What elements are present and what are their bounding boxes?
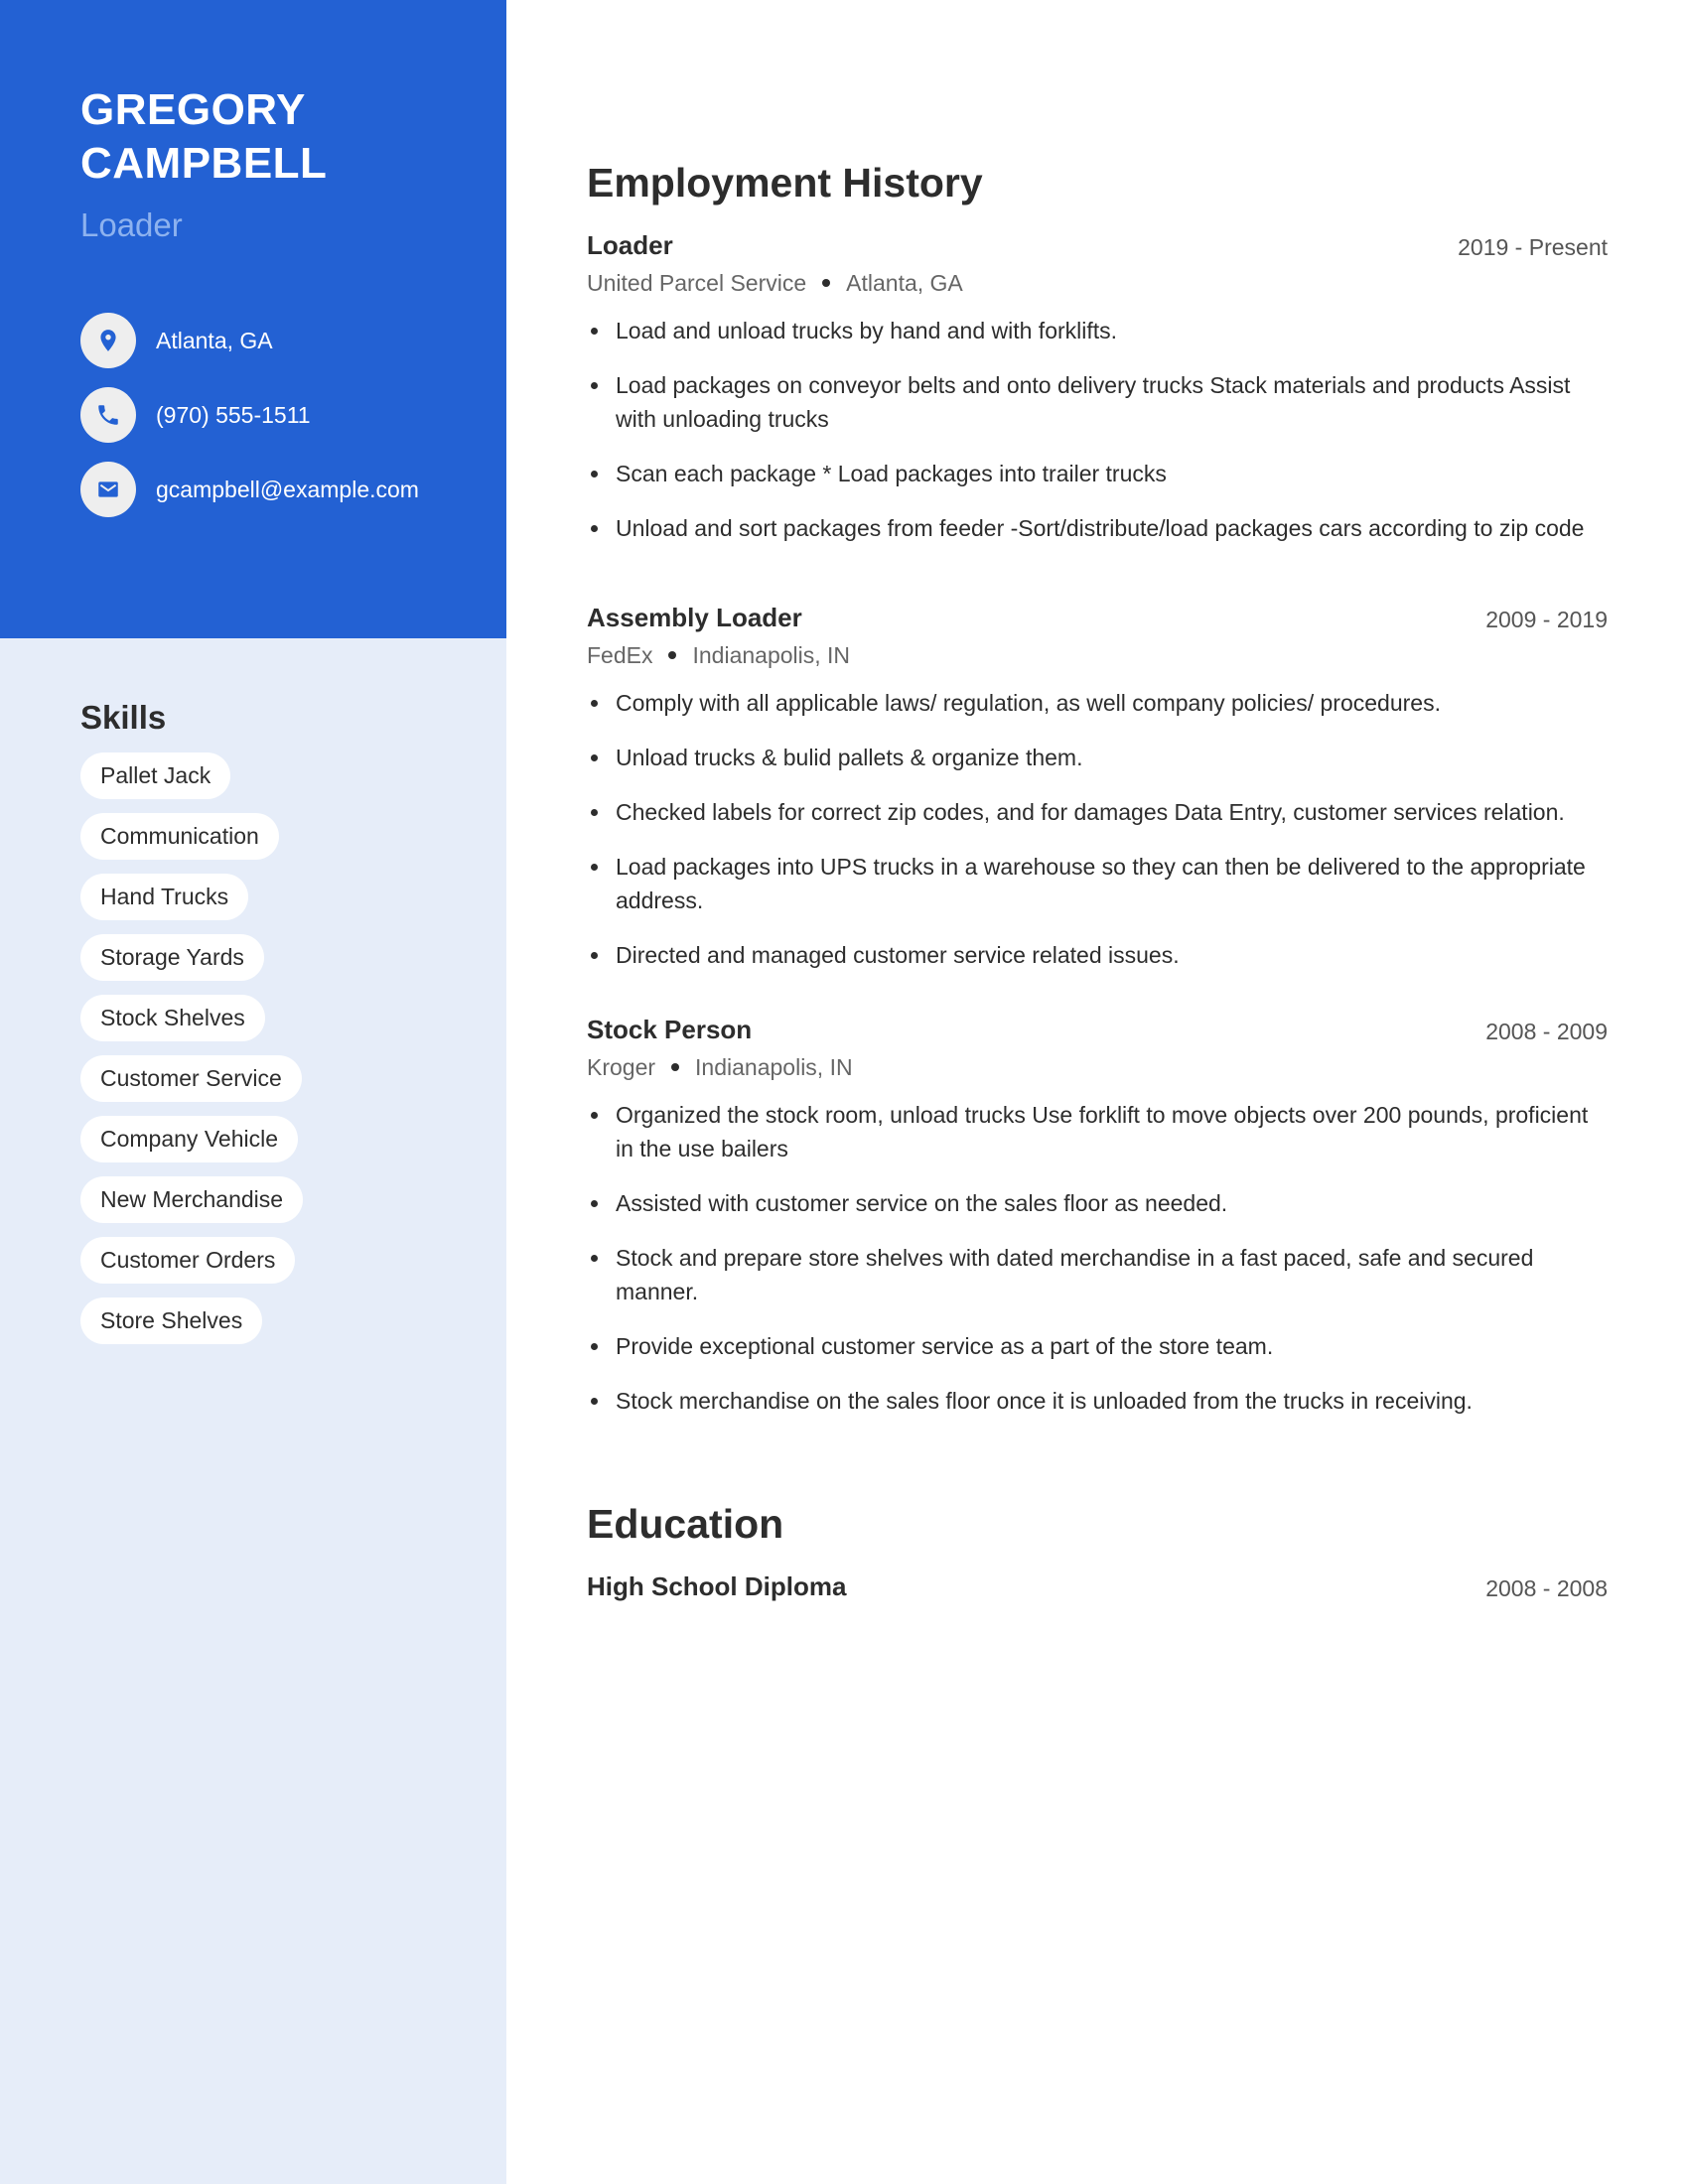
job-header: Stock Person 2008 - 2009 [587, 1012, 1608, 1047]
responsibility-item: Checked labels for correct zip codes, an… [587, 795, 1608, 829]
responsibility-item: Organized the stock room, unload trucks … [587, 1098, 1608, 1165]
job-entry: Loader 2019 - Present United Parcel Servic… [587, 227, 1608, 566]
job-header: Assembly Loader 2009 - 2019 [587, 600, 1608, 635]
skill-tag: Company Vehicle [80, 1116, 298, 1162]
responsibility-item: Assisted with customer service on the sa… [587, 1186, 1608, 1220]
job-title-subtitle: Loader [80, 206, 183, 243]
email-icon [80, 462, 136, 517]
phone-icon [80, 387, 136, 443]
job-employer-line: United Parcel Service Atlanta, GA [587, 265, 1608, 301]
responsibility-item: Directed and managed customer service re… [587, 938, 1608, 972]
responsibility-item: Comply with all applicable laws/ regulat… [587, 686, 1608, 720]
skill-tag: Storage Yards [80, 934, 264, 981]
company-name: Kroger [587, 1054, 656, 1080]
job-location: Atlanta, GA [846, 270, 963, 296]
skill-tag: Customer Service [80, 1055, 302, 1102]
job-location: Indianapolis, IN [695, 1054, 853, 1080]
contact-email-text: gcampbell@example.com [156, 476, 419, 502]
responsibility-item: Load and unload trucks by hand and with … [587, 314, 1608, 347]
job-dates: 2019 - Present [1458, 234, 1608, 260]
profile-header: GREGORY CAMPBELL Loader Atlanta, GA (970… [0, 0, 506, 638]
job-responsibilities: Comply with all applicable laws/ regulat… [587, 686, 1608, 972]
separator-dot [671, 1062, 680, 1071]
contact-email: gcampbell@example.com [80, 462, 419, 517]
job-employer-line: Kroger Indianapolis, IN [587, 1049, 1608, 1085]
contact-phone-text: (970) 555-1511 [156, 401, 311, 428]
contact-location-text: Atlanta, GA [156, 327, 273, 353]
contact-location: Atlanta, GA [80, 313, 273, 368]
education-entry: High School Diploma 2008 - 2008 [587, 1569, 1608, 1604]
last-name: CAMPBELL [80, 139, 328, 188]
job-title: Stock Person [587, 1015, 753, 1044]
job-title: Loader [587, 230, 673, 260]
job-title: Assembly Loader [587, 603, 802, 632]
responsibility-item: Stock and prepare store shelves with dat… [587, 1241, 1608, 1308]
job-dates: 2009 - 2019 [1485, 607, 1608, 632]
skills-heading: Skills [80, 699, 167, 736]
separator-dot [668, 650, 677, 659]
job-responsibilities: Load and unload trucks by hand and with … [587, 314, 1608, 545]
skill-tag: Pallet Jack [80, 752, 231, 799]
contact-phone: (970) 555-1511 [80, 387, 311, 443]
employment-history-heading: Employment History [587, 160, 983, 205]
skill-tag: Communication [80, 813, 279, 860]
job-entry: Stock Person 2008 - 2009 Kroger Indianapoli… [587, 1012, 1608, 1438]
skill-tag: Customer Orders [80, 1237, 296, 1284]
job-header: Loader 2019 - Present [587, 227, 1608, 263]
education-heading: Education [587, 1501, 784, 1547]
degree: High School Diploma [587, 1571, 847, 1601]
job-employer-line: FedEx Indianapolis, IN [587, 637, 1608, 673]
skill-tag: Store Shelves [80, 1297, 263, 1344]
first-name: GREGORY [80, 85, 306, 134]
responsibility-item: Unload trucks & bulid pallets & organize… [587, 741, 1608, 774]
responsibility-item: Load packages on conveyor belts and onto… [587, 368, 1608, 436]
candidate-name: GREGORY CAMPBELL [80, 83, 327, 191]
company-name: United Parcel Service [587, 270, 807, 296]
responsibility-item: Stock merchandise on the sales floor onc… [587, 1384, 1608, 1418]
skill-tag: Stock Shelves [80, 995, 265, 1041]
responsibility-item: Scan each package * Load packages into t… [587, 457, 1608, 490]
education-dates: 2008 - 2008 [1485, 1575, 1608, 1601]
job-entry: Assembly Loader 2009 - 2019 FedEx Indianapo… [587, 600, 1608, 993]
education-entry-header: High School Diploma 2008 - 2008 [587, 1569, 1608, 1604]
location-pin-icon [80, 313, 136, 368]
job-dates: 2008 - 2009 [1485, 1019, 1608, 1044]
company-name: FedEx [587, 642, 653, 668]
responsibility-item: Load packages into UPS trucks in a wareh… [587, 850, 1608, 917]
responsibility-item: Provide exceptional customer service as … [587, 1329, 1608, 1363]
skill-tag: Hand Trucks [80, 874, 249, 920]
job-location: Indianapolis, IN [692, 642, 851, 668]
separator-dot [822, 278, 831, 287]
skills-list: Pallet Jack Communication Hand Trucks Stora… [80, 752, 304, 1358]
responsibility-item: Unload and sort packages from feeder -So… [587, 511, 1608, 545]
sidebar: GREGORY CAMPBELL Loader Atlanta, GA (970… [0, 0, 506, 2184]
job-responsibilities: Organized the stock room, unload trucks … [587, 1098, 1608, 1418]
skill-tag: New Merchandise [80, 1176, 304, 1223]
